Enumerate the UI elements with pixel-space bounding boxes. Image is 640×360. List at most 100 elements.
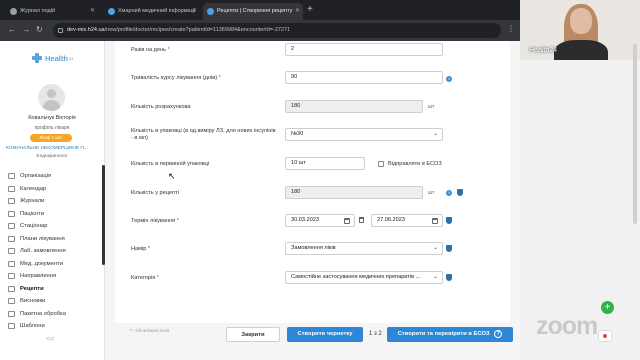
sidebar-item-label: Рецепти	[20, 285, 44, 292]
patients-icon	[8, 210, 15, 217]
sidebar-item-label: Пакетна обробка	[20, 310, 66, 317]
intent-select[interactable]: Замовлення ліків ⌄	[285, 242, 443, 255]
sidebar-item-label: Лаб. замовлення	[20, 248, 66, 255]
send-esoz-checkbox[interactable]	[378, 161, 384, 167]
calc-qty-unit: шт	[428, 104, 435, 110]
pack-qty-label: Кількість в упаковці (в од.виміру ЛЗ, дл…	[131, 128, 276, 141]
browser-tab-recipes[interactable]: Рецепти | Створення рецепту ✕	[203, 3, 303, 20]
browser-tab-journal[interactable]: Журнал подій ✕	[6, 3, 98, 20]
primary-pack-label: Кількість в первинній упаковці	[131, 161, 210, 167]
journal-icon	[8, 198, 15, 205]
calendar-icon[interactable]	[344, 218, 350, 224]
batch-icon	[8, 310, 15, 317]
term-to-input[interactable]: 27.06.2023	[371, 214, 443, 227]
sidebar-item-label: Плани лікування	[20, 235, 65, 242]
browser-menu-icon[interactable]: ⋮	[507, 24, 515, 33]
template-icon	[8, 323, 15, 330]
building-icon	[8, 173, 15, 180]
add-button[interactable]: +	[601, 301, 614, 314]
sidebar-item-med-documents[interactable]: Мед. документи	[8, 258, 102, 271]
organization-link[interactable]: КОМУНАЛЬНЕ НЕКОМЕРЦІЙНЕ П...	[6, 146, 100, 151]
back-button[interactable]: ←	[8, 24, 16, 36]
avatar[interactable]	[38, 84, 65, 111]
user-specialty: Ендокринолог	[36, 154, 68, 159]
prescription-form: Разів на день * 2 Тривалість курсу лікув…	[115, 41, 510, 323]
sidebar-item-patients[interactable]: Пацієнти	[8, 208, 102, 221]
main-content: Разів на день * 2 Тривалість курсу лікув…	[105, 41, 520, 360]
create-draft-button[interactable]: Створити чернетку	[287, 327, 363, 342]
sidebar-item-label: Пацієнти	[20, 210, 45, 217]
new-tab-button[interactable]: +	[307, 3, 313, 17]
sidebar-item-recipes[interactable]: Рецепти	[8, 283, 102, 296]
close-tab-icon[interactable]: ✕	[295, 3, 300, 20]
video-panel: Health24	[520, 0, 640, 360]
browser-tab-cloud[interactable]: Хмарний медичний інформаці ✕	[104, 3, 200, 20]
per-day-label: Разів на день *	[131, 47, 170, 53]
sidebar-item-label: Мед. документи	[20, 260, 63, 267]
participant-name: Health24	[529, 47, 558, 54]
term-from-value: 30.03.2023	[291, 217, 319, 223]
create-and-check-button[interactable]: Створити та перевірити в ЕСОЗ ?	[387, 327, 513, 342]
duration-input[interactable]: 90	[285, 71, 443, 84]
reload-button[interactable]: ↻	[36, 24, 43, 36]
primary-pack-input[interactable]: 10 шт	[285, 157, 365, 170]
category-value: Самостійне застосування медичних препара…	[291, 274, 421, 280]
sidebar-item-referrals[interactable]: Направлення	[8, 270, 102, 283]
sidebar-item-conclusions[interactable]: Висновки	[8, 295, 102, 308]
sidebar-item-treatment-plans[interactable]: Плани лікування	[8, 233, 102, 246]
plan-icon	[8, 235, 15, 242]
recording-icon[interactable]	[598, 330, 612, 342]
screen: { "browser": { "tabs": [ {"label": "Журн…	[0, 0, 640, 360]
calendar-icon[interactable]	[432, 218, 438, 224]
category-select[interactable]: Самостійне застосування медичних препара…	[285, 271, 443, 284]
pagination: 1 з 2	[369, 331, 382, 337]
info-icon[interactable]: i	[446, 190, 452, 196]
lock-icon	[58, 28, 63, 33]
close-tab-icon[interactable]: ✕	[90, 3, 95, 20]
close-button[interactable]: Закрити	[226, 327, 280, 342]
forward-button[interactable]: →	[22, 24, 30, 36]
logo-text: Health	[45, 53, 68, 63]
page-scrollbar[interactable]	[633, 44, 637, 224]
sidebar-item-batch[interactable]: Пакетна обробка	[8, 308, 102, 321]
close-tab-icon[interactable]: ✕	[192, 3, 197, 20]
intent-label: Намір *	[131, 246, 151, 252]
chevron-down-icon: ⌄	[432, 245, 438, 251]
term-from-input[interactable]: 30.03.2023	[285, 214, 355, 227]
address-bar: ← → ↻ dev-mis.h24.ua/new/profile/doctor/…	[0, 20, 520, 41]
collapse-sidebar-button[interactable]: <<	[46, 336, 54, 343]
sidebar-item-journals[interactable]: Журнали	[8, 195, 102, 208]
shield-icon	[446, 274, 452, 281]
participant-video[interactable]: Health24	[520, 0, 640, 60]
referral-icon	[8, 273, 15, 280]
sidebar-item-label: Календар	[20, 185, 47, 192]
chevron-down-icon: ⌄	[432, 131, 438, 137]
health-cross-icon	[32, 53, 42, 63]
url-input[interactable]: dev-mis.h24.ua/new/profile/doctor/recipe…	[53, 23, 501, 38]
logo[interactable]: Health 24	[32, 51, 73, 65]
sidebar-item-templates[interactable]: Шаблони	[8, 320, 102, 333]
sidebar-item-organization[interactable]: Організація	[8, 170, 102, 183]
per-day-input[interactable]: 2	[285, 43, 443, 56]
calendar-icon	[8, 185, 15, 192]
tab-label: Журнал подій	[20, 8, 56, 14]
sidebar-item-lab-orders[interactable]: Лаб. замовлення	[8, 245, 102, 258]
hospital-icon	[8, 223, 15, 230]
tab-label: Хмарний медичний інформаці	[118, 8, 195, 14]
term-to-value: 27.06.2023	[377, 217, 405, 223]
url-host: dev-mis.h24.ua	[67, 27, 105, 33]
pack-qty-select[interactable]: №30 ⌄	[285, 128, 443, 141]
create-and-check-label: Створити та перевірити в ЕСОЗ	[397, 331, 490, 337]
sidebar-item-label: Шаблони	[20, 323, 45, 330]
sidebar: Health 24 Ковальчук Вікторія профіль ліка…	[0, 41, 105, 360]
user-name: Ковальчук Вікторія	[28, 115, 76, 121]
sidebar-item-hospital[interactable]: Стаціонар	[8, 220, 102, 233]
help-icon[interactable]: ?	[494, 330, 503, 338]
sidebar-item-label: Направлення	[20, 273, 57, 280]
info-icon[interactable]: i	[446, 76, 452, 82]
send-esoz-label: Відправляти в ЕСОЗ	[388, 161, 442, 167]
sidebar-item-calendar[interactable]: Календар	[8, 183, 102, 196]
rx-qty-input: 180	[285, 186, 423, 199]
trash-icon[interactable]	[359, 217, 364, 223]
sidebar-item-label: Організація	[20, 173, 52, 180]
